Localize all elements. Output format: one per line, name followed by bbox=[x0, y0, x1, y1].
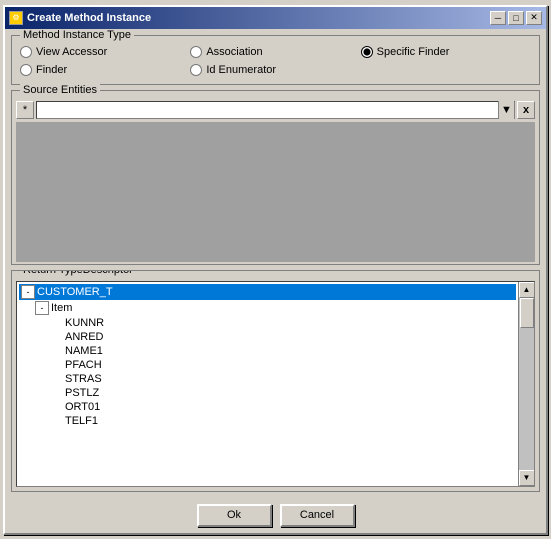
tree-item-anred[interactable]: ANRED bbox=[19, 330, 516, 344]
method-instance-type-label: Method Instance Type bbox=[20, 29, 134, 41]
title-bar: ⚙ Create Method Instance ─ □ ✕ bbox=[5, 7, 546, 29]
method-instance-type-group: Method Instance Type View Accessor Assoc… bbox=[11, 35, 540, 85]
radio-specific-finder-input[interactable] bbox=[361, 46, 373, 58]
radio-view-accessor-input[interactable] bbox=[20, 46, 32, 58]
tree-item-ort01[interactable]: ORT01 bbox=[19, 400, 516, 414]
scroll-thumb[interactable] bbox=[520, 298, 534, 328]
radio-association-label: Association bbox=[206, 46, 262, 58]
dropdown-arrow-icon[interactable]: ▼ bbox=[498, 101, 514, 119]
source-dropdown[interactable]: ▼ bbox=[36, 101, 515, 119]
main-window: ⚙ Create Method Instance ─ □ ✕ Method In… bbox=[3, 5, 548, 535]
tree-content: - CUSTOMER_T - Item KUNNR bbox=[17, 282, 518, 430]
radio-specific-finder[interactable]: Specific Finder bbox=[361, 46, 531, 58]
radio-finder[interactable]: Finder bbox=[20, 64, 190, 76]
maximize-button[interactable]: □ bbox=[508, 11, 524, 25]
return-type-label: Return TypeDescriptor bbox=[20, 270, 136, 276]
radio-group: View Accessor Association Specific Finde… bbox=[20, 46, 531, 76]
delete-button[interactable]: x bbox=[517, 101, 535, 119]
radio-id-enumerator-label: Id Enumerator bbox=[206, 64, 276, 76]
radio-specific-finder-label: Specific Finder bbox=[377, 46, 450, 58]
ok-button[interactable]: Ok bbox=[197, 504, 272, 527]
scroll-track[interactable] bbox=[519, 298, 535, 470]
source-entities-label: Source Entities bbox=[20, 84, 100, 96]
source-entities-row: * ▼ x bbox=[16, 101, 535, 119]
radio-association-input[interactable] bbox=[190, 46, 202, 58]
window-icon: ⚙ bbox=[9, 11, 23, 25]
return-type-group: Return TypeDescriptor - CUSTOMER_T - Ite… bbox=[11, 270, 540, 492]
tree-container: - CUSTOMER_T - Item KUNNR bbox=[16, 281, 535, 487]
window-body: Method Instance Type View Accessor Assoc… bbox=[5, 29, 546, 498]
tree-expand-item[interactable]: - bbox=[35, 301, 49, 315]
tree-item-pstlz[interactable]: PSTLZ bbox=[19, 386, 516, 400]
tree-item-customer-t[interactable]: - CUSTOMER_T bbox=[19, 284, 516, 300]
title-bar-left: ⚙ Create Method Instance bbox=[9, 11, 151, 25]
window-title: Create Method Instance bbox=[27, 12, 151, 24]
close-button[interactable]: ✕ bbox=[526, 11, 542, 25]
title-buttons: ─ □ ✕ bbox=[490, 11, 542, 25]
tree-item-pfach[interactable]: PFACH bbox=[19, 358, 516, 372]
tree-label-telf1: TELF1 bbox=[65, 415, 98, 427]
radio-id-enumerator[interactable]: Id Enumerator bbox=[190, 64, 360, 76]
tree-label-name1: NAME1 bbox=[65, 345, 103, 357]
source-content-area bbox=[16, 122, 535, 262]
tree-label-pfach: PFACH bbox=[65, 359, 102, 371]
tree-expand-customer-t[interactable]: - bbox=[21, 285, 35, 299]
tree-label-anred: ANRED bbox=[65, 331, 104, 343]
radio-finder-label: Finder bbox=[36, 64, 67, 76]
radio-id-enumerator-input[interactable] bbox=[190, 64, 202, 76]
radio-view-accessor[interactable]: View Accessor bbox=[20, 46, 190, 58]
tree-label-ort01: ORT01 bbox=[65, 401, 100, 413]
star-button[interactable]: * bbox=[16, 101, 34, 119]
tree-label-kunnr: KUNNR bbox=[65, 317, 104, 329]
tree-item-stras[interactable]: STRAS bbox=[19, 372, 516, 386]
radio-finder-input[interactable] bbox=[20, 64, 32, 76]
tree-label-item: Item bbox=[51, 302, 72, 314]
footer: Ok Cancel bbox=[5, 498, 546, 533]
tree-item-name1[interactable]: NAME1 bbox=[19, 344, 516, 358]
radio-view-accessor-label: View Accessor bbox=[36, 46, 107, 58]
radio-association[interactable]: Association bbox=[190, 46, 360, 58]
scroll-down-button[interactable]: ▼ bbox=[519, 470, 535, 486]
tree-scrollbar[interactable]: ▲ ▼ bbox=[518, 282, 534, 486]
source-entities-group: Source Entities * ▼ x bbox=[11, 90, 540, 265]
tree-label-stras: STRAS bbox=[65, 373, 102, 385]
scroll-up-button[interactable]: ▲ bbox=[519, 282, 535, 298]
tree-inner: - CUSTOMER_T - Item KUNNR bbox=[17, 282, 518, 486]
cancel-button[interactable]: Cancel bbox=[280, 504, 355, 527]
tree-item-kunnr[interactable]: KUNNR bbox=[19, 316, 516, 330]
tree-item-item[interactable]: - Item bbox=[19, 300, 516, 316]
tree-label-pstlz: PSTLZ bbox=[65, 387, 99, 399]
minimize-button[interactable]: ─ bbox=[490, 11, 506, 25]
tree-item-telf1[interactable]: TELF1 bbox=[19, 414, 516, 428]
tree-label-customer-t: CUSTOMER_T bbox=[37, 286, 113, 298]
